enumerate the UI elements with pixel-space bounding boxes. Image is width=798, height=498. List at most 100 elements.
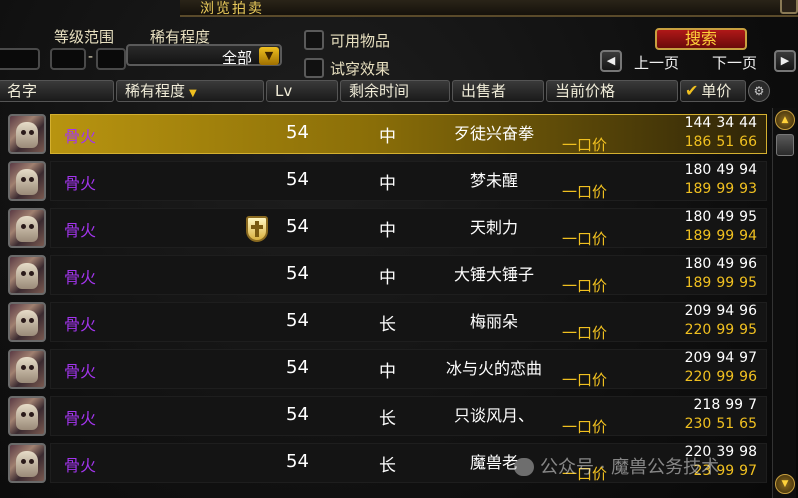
silver-value: 99 — [716, 322, 735, 338]
bonefire-item-icon[interactable] — [8, 208, 46, 248]
skull-eye — [21, 130, 26, 135]
item-name[interactable]: 骨火 — [64, 217, 96, 241]
column-time-label: 剩余时间 — [349, 82, 410, 100]
auction-row[interactable]: 骨火 54 中 冰与火的恋曲 一口价 209 94 97 220 99 96 — [4, 347, 767, 391]
wechat-logo-icon — [514, 458, 534, 476]
silver-value: 94 — [716, 350, 735, 366]
time-left: 中 — [379, 362, 396, 382]
auction-row[interactable]: 骨火 54 中 梦未醒 一口价 180 49 94 189 99 93 — [4, 159, 767, 203]
item-name[interactable]: 骨火 — [64, 311, 96, 335]
silver-value: 51 — [716, 416, 735, 432]
preview-checkbox[interactable] — [304, 58, 324, 78]
row-background — [50, 302, 767, 342]
auction-row[interactable]: 骨火 54 长 梅丽朵 一口价 209 94 96 220 99 95 — [4, 300, 767, 344]
buyout-price: 189 99 95 — [680, 275, 757, 291]
scroll-down-icon[interactable]: ▼ — [775, 474, 795, 494]
rarity-dropdown[interactable]: 全部 ▼ — [126, 44, 282, 67]
search-button[interactable]: 搜索 — [655, 28, 747, 50]
auction-row[interactable]: 骨火 54 中 天刺力 一口价 180 49 95 189 99 94 — [4, 206, 767, 250]
bonefire-item-icon[interactable] — [8, 443, 46, 483]
gold-amount: 186 — [685, 134, 712, 150]
bonefire-item-icon[interactable] — [8, 161, 46, 201]
column-level-label: Lv — [275, 82, 293, 100]
item-name[interactable]: 骨火 — [64, 264, 96, 288]
silver-amount: 49 — [716, 209, 734, 225]
item-level: 54 — [286, 357, 309, 378]
close-corner-icon[interactable] — [780, 0, 798, 14]
gear-icon[interactable]: ⚙ — [748, 80, 770, 102]
buyout-label: 一口价 — [562, 418, 608, 436]
time-left: 长 — [379, 409, 396, 429]
copper-value: 96 — [739, 303, 757, 319]
copper-value: 95 — [739, 209, 757, 225]
item-name[interactable]: 骨火 — [64, 405, 96, 429]
level-dash: - — [88, 49, 94, 65]
bonefire-item-icon[interactable] — [8, 255, 46, 295]
item-name[interactable]: 骨火 — [64, 452, 96, 476]
auction-row[interactable]: 骨火 54 长 只谈风月、 一口价 218 99 7 230 51 65 — [4, 394, 767, 438]
max-level-input[interactable] — [96, 48, 126, 70]
copper-amount: 7 — [748, 397, 757, 413]
copper-amount: 95 — [739, 322, 757, 338]
bid-price: 209 94 97 — [680, 350, 757, 366]
gold-amount: 180 — [685, 256, 712, 272]
column-level[interactable]: Lv — [266, 80, 338, 102]
bonefire-item-icon[interactable] — [8, 302, 46, 342]
buyout-price: 186 51 66 — [680, 134, 757, 150]
column-name[interactable]: 名字 — [0, 80, 114, 102]
skull-eye — [29, 459, 34, 464]
row-background — [50, 161, 767, 201]
gold-amount: 218 — [694, 397, 721, 413]
buyout-label: 一口价 — [562, 136, 608, 154]
buyout-label: 一口价 — [562, 230, 608, 248]
copper-amount: 44 — [739, 115, 757, 131]
scroll-up-icon[interactable]: ▲ — [775, 110, 795, 130]
item-name[interactable]: 骨火 — [64, 170, 96, 194]
silver-value: 49 — [716, 256, 735, 272]
skull-eye — [29, 224, 34, 229]
copper-amount: 97 — [739, 463, 757, 479]
next-page-button[interactable]: ▶ — [774, 50, 796, 72]
chevron-down-icon[interactable]: ▼ — [259, 47, 279, 65]
usable-items-checkbox[interactable] — [304, 30, 324, 50]
checkmark-icon: ✔ — [685, 81, 699, 100]
column-seller[interactable]: 出售者 — [452, 80, 544, 102]
item-name[interactable]: 骨火 — [64, 358, 96, 382]
usable-items-label: 可用物品 — [330, 32, 391, 50]
gold-value: 218 — [693, 397, 721, 413]
silver-amount: 99 — [716, 275, 734, 291]
auction-row[interactable]: 骨火 54 中 大锤大锤子 一口价 180 49 96 189 99 95 — [4, 253, 767, 297]
unit-price-toggle[interactable]: ✔ 单价 — [680, 80, 746, 102]
item-name[interactable]: 骨火 — [64, 123, 96, 147]
gold-amount: 180 — [685, 162, 712, 178]
column-current-price[interactable]: 当前价格 — [546, 80, 678, 102]
row-background — [50, 349, 767, 389]
bid-price: 180 49 95 — [680, 209, 757, 225]
gold-value: 209 — [684, 350, 712, 366]
copper-value: 94 — [739, 228, 757, 244]
min-level-input[interactable] — [50, 48, 86, 70]
bonefire-item-icon[interactable] — [8, 349, 46, 389]
gold-amount: 144 — [685, 115, 712, 131]
gold-amount: 189 — [685, 181, 712, 197]
column-seller-label: 出售者 — [461, 82, 507, 100]
time-left: 中 — [379, 221, 396, 241]
column-time-left[interactable]: 剩余时间 — [340, 80, 450, 102]
buyout-price: 230 51 65 — [680, 416, 757, 432]
column-rarity[interactable]: 稀有程度 ▼ — [116, 80, 264, 102]
silver-value: 51 — [716, 134, 735, 150]
bonefire-item-icon[interactable] — [8, 114, 46, 154]
time-left: 中 — [379, 127, 396, 147]
scrollbar[interactable]: ▲ ▼ — [772, 108, 796, 498]
skull-eye — [21, 412, 26, 417]
auction-row[interactable]: 骨火 54 中 歹徒兴奋拳 一口价 144 34 44 186 51 66 — [4, 112, 767, 156]
skull-shape — [16, 169, 38, 195]
gold-value: 189 — [684, 228, 712, 244]
skull-shape — [16, 263, 38, 289]
name-search-input[interactable] — [0, 48, 40, 70]
bonefire-item-icon[interactable] — [8, 396, 46, 436]
prev-page-button[interactable]: ◀ — [600, 50, 622, 72]
scroll-thumb[interactable] — [776, 134, 794, 156]
time-left: 中 — [379, 174, 396, 194]
copper-value: 66 — [739, 134, 757, 150]
